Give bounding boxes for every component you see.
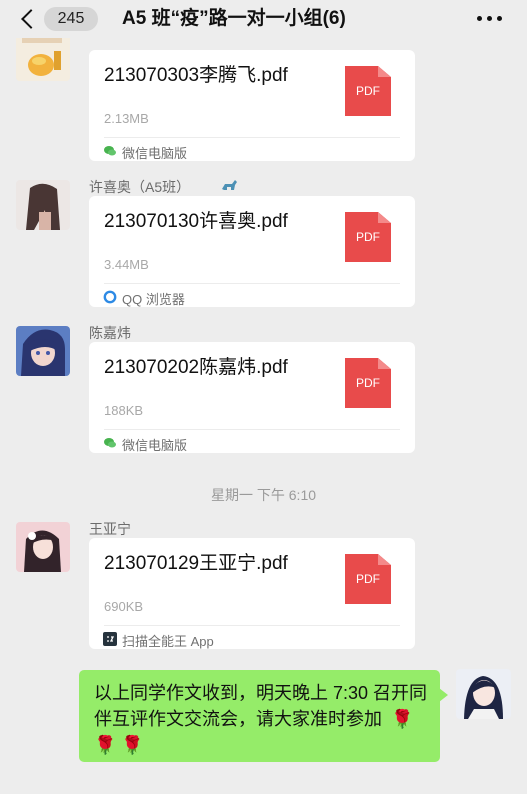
card-divider: [104, 283, 400, 284]
card-divider: [104, 625, 400, 626]
unread-count-badge[interactable]: 245: [44, 7, 98, 31]
sender-avatar[interactable]: [16, 180, 70, 230]
back-arrow-icon[interactable]: [18, 8, 38, 30]
message-text-content: 以上同学作文收到，明天晚上 7:30 召开同伴互评作文交流会，请大家准时参加: [94, 683, 428, 729]
file-message-card[interactable]: 213070129王亚宁.pdf 690KB PDF 扫描全能王 App: [89, 538, 415, 649]
file-name: 213070202陈嘉炜.pdf: [104, 357, 288, 378]
file-source: 微信电脑版: [122, 146, 188, 161]
file-source: QQ 浏览器: [122, 292, 185, 307]
file-size: 2.13MB: [104, 111, 149, 126]
file-source: 微信电脑版: [122, 438, 188, 453]
file-message-card[interactable]: 213070303李腾飞.pdf 2.13MB PDF 微信电脑版: [89, 50, 415, 161]
chat-title: A5 班“疫”路一对一小组(6): [122, 8, 346, 29]
camscanner-icon: [103, 632, 117, 646]
sender-name: 陈嘉炜: [89, 325, 131, 341]
my-avatar[interactable]: [456, 669, 511, 719]
dinosaur-emoji-icon: [222, 180, 237, 190]
file-name: 213070303李腾飞.pdf: [104, 65, 288, 86]
message-text: 以上同学作文收到，明天晚上 7:30 召开同伴互评作文交流会，请大家准时参加 🌹…: [94, 680, 429, 758]
my-message-bubble[interactable]: 以上同学作文收到，明天晚上 7:30 召开同伴互评作文交流会，请大家准时参加 🌹…: [79, 670, 448, 762]
sender-name: 许喜奥（A5班）: [89, 179, 191, 195]
wechat-icon: [104, 146, 116, 156]
qq-browser-icon: [103, 290, 117, 304]
pdf-file-icon: PDF: [345, 212, 391, 262]
chat-header: 245 A5 班“疫”路一对一小组(6): [0, 0, 527, 38]
pdf-file-icon: PDF: [345, 554, 391, 604]
sender-avatar[interactable]: [16, 326, 70, 376]
sender-avatar[interactable]: [16, 522, 70, 572]
card-divider: [104, 429, 400, 430]
pdf-file-icon: PDF: [345, 358, 391, 408]
pdf-file-icon: PDF: [345, 66, 391, 116]
file-message-card[interactable]: 213070130许喜奥.pdf 3.44MB PDF QQ 浏览器: [89, 196, 415, 307]
file-name: 213070130许喜奥.pdf: [104, 211, 288, 232]
sender-name: 王亚宁: [89, 521, 131, 537]
time-divider: 星期一 下午 6:10: [210, 487, 317, 503]
file-name: 213070129王亚宁.pdf: [104, 553, 288, 574]
more-options-icon[interactable]: [477, 16, 503, 22]
wechat-icon: [104, 438, 116, 448]
file-message-card[interactable]: 213070202陈嘉炜.pdf 188KB PDF 微信电脑版: [89, 342, 415, 453]
file-size: 690KB: [104, 599, 144, 614]
file-size: 188KB: [104, 403, 144, 418]
card-divider: [104, 137, 400, 138]
file-size: 3.44MB: [104, 257, 149, 272]
file-source: 扫描全能王 App: [122, 634, 214, 649]
sender-avatar[interactable]: [16, 31, 70, 81]
